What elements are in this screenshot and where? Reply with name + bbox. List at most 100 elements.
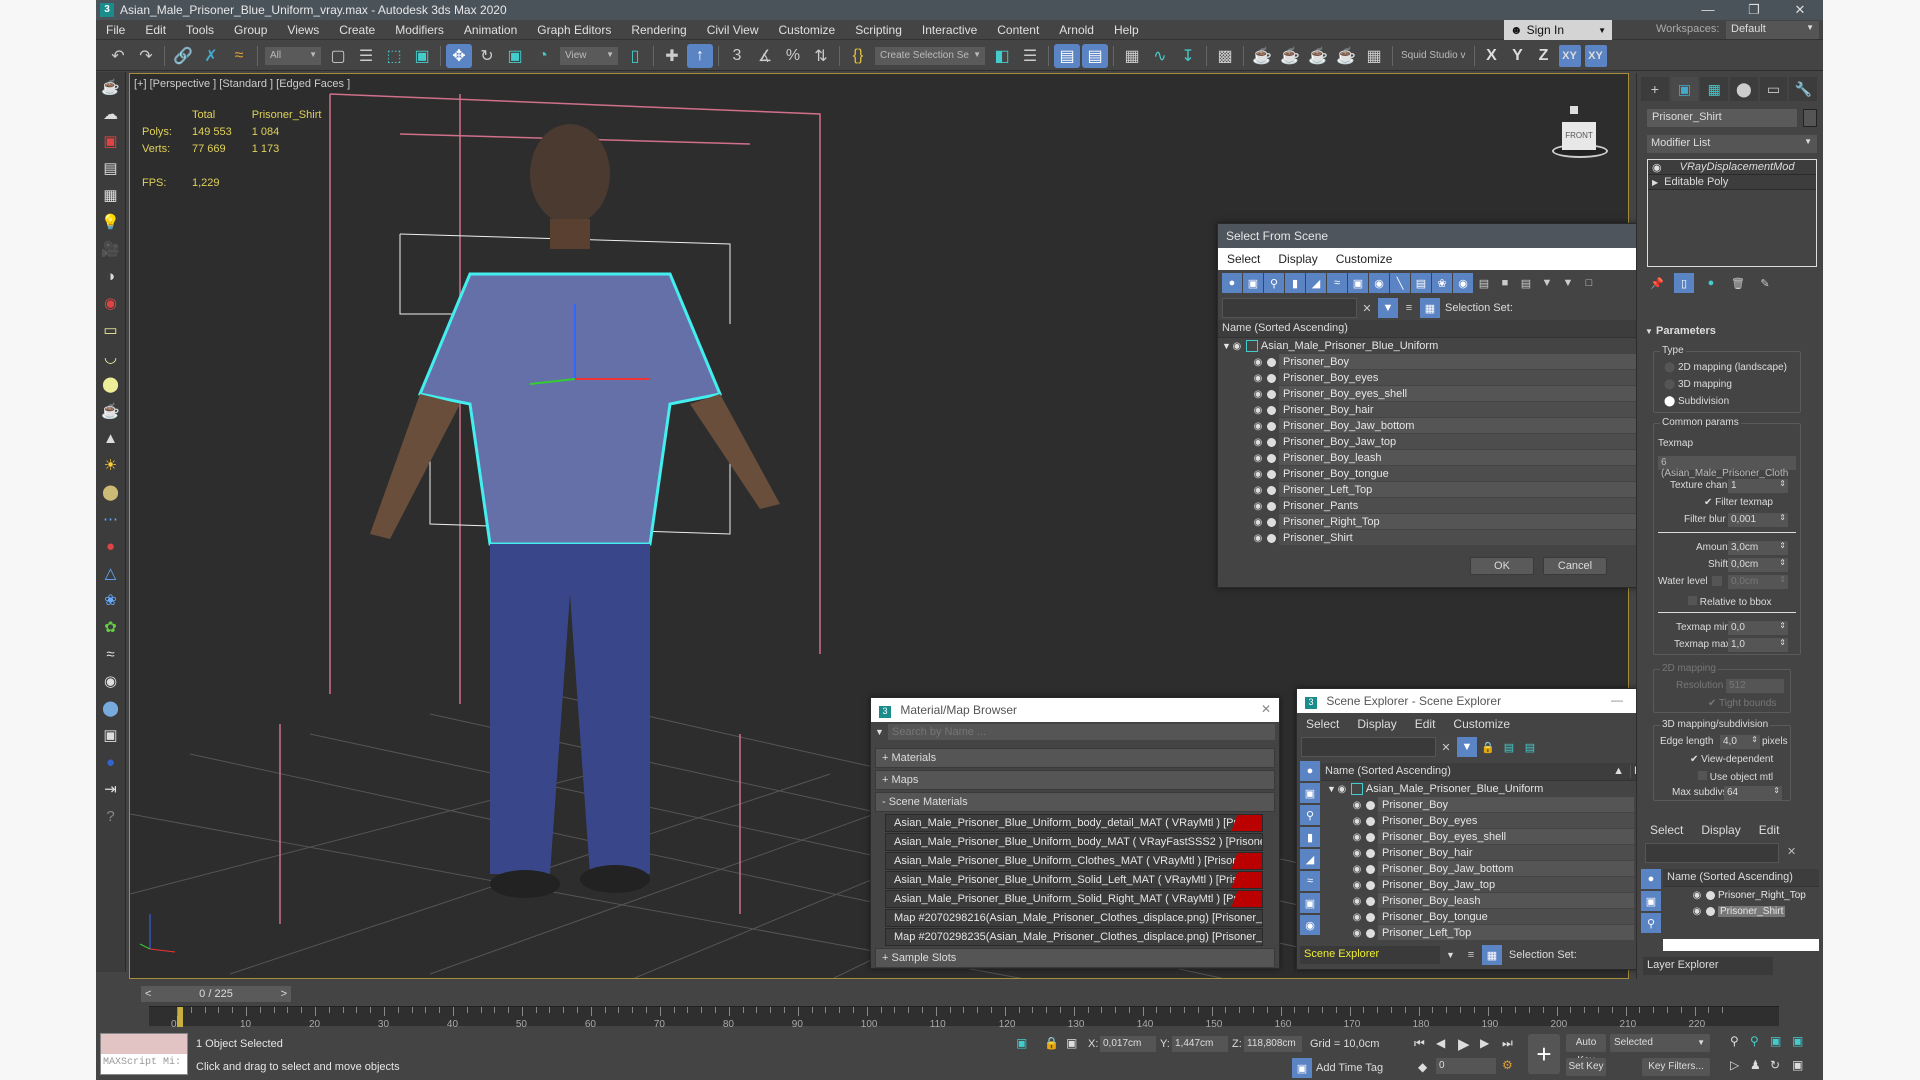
bones-filter-icon[interactable]: ╲	[1390, 273, 1410, 293]
section-sample-slots[interactable]: + Sample Slots	[875, 948, 1275, 968]
eye-icon[interactable]: ◉	[1351, 848, 1363, 859]
parameters-rollout[interactable]: ▼ Parameters	[1645, 325, 1716, 337]
viewcube-front-face[interactable]: FRONT	[1562, 122, 1596, 150]
proxy-icon[interactable]: ⋯	[99, 507, 123, 531]
mirror-icon[interactable]: ◧	[989, 44, 1015, 68]
render-dot-icon[interactable]	[1267, 469, 1276, 479]
menu-interactive[interactable]: Interactive	[912, 23, 987, 37]
menu-select[interactable]: Select	[1218, 252, 1269, 266]
amount-spinner[interactable]: 3,0cm ⇕	[1728, 541, 1788, 555]
radio-subdivision[interactable]: ⬤ Subdivision	[1664, 396, 1729, 407]
rendered-frame-window-icon[interactable]: ☕	[1277, 44, 1303, 68]
render-dot-icon[interactable]	[1267, 453, 1276, 463]
menu-rendering[interactable]: Rendering	[621, 23, 696, 37]
texmap-min-spinner[interactable]: 0,0 ⇕	[1728, 621, 1788, 635]
shapes-filter-icon[interactable]: ▣	[1641, 891, 1661, 911]
selection-lock-icon[interactable]: 🔒	[1044, 1036, 1059, 1050]
object-color-swatch[interactable]	[1803, 109, 1817, 127]
env-fog-icon[interactable]: △	[99, 561, 123, 585]
render-dot-icon[interactable]	[1366, 816, 1375, 826]
menu-arnold[interactable]: Arnold	[1049, 23, 1104, 37]
select-rotate-icon[interactable]: ↻	[474, 44, 500, 68]
geometry-filter-icon[interactable]: ●	[1300, 761, 1320, 781]
disc-light-icon[interactable]: ⬤	[99, 372, 123, 396]
toggle-scene-explorer-icon[interactable]: ▤	[1054, 43, 1080, 68]
redo-icon[interactable]: ↷	[133, 44, 159, 68]
utilities-tab-icon[interactable]: 🔧	[1789, 77, 1818, 101]
help-icon[interactable]: ?	[99, 804, 123, 828]
containers-filter-icon[interactable]: ▤	[1411, 273, 1431, 293]
render-dot-icon[interactable]	[1366, 896, 1375, 906]
isolate-selection-icon[interactable]: ▣	[1016, 1036, 1027, 1050]
tree-item[interactable]: ◉Prisoner_Boy_Jaw_top❄	[1321, 877, 1689, 893]
render-dot-icon[interactable]	[1366, 800, 1375, 810]
maximize-viewport-icon[interactable]: ▣	[1792, 1058, 1803, 1072]
eye-icon[interactable]: ◉	[1351, 896, 1363, 907]
material-item[interactable]: Map #2070298235(Asian_Male_Prisoner_Clot…	[885, 928, 1263, 946]
ref-coord-dropdown[interactable]: View ▼	[560, 46, 618, 65]
menu-edit[interactable]: Edit	[135, 23, 176, 37]
dome-icon[interactable]: ◡	[99, 345, 123, 369]
modifier-list-dropdown[interactable]: Modifier List ▼	[1647, 135, 1817, 153]
geometry-filter-icon[interactable]: ●	[1641, 869, 1661, 889]
add-time-tag[interactable]: Add Time Tag	[1316, 1062, 1383, 1074]
curve-editor-icon[interactable]: ∿	[1147, 44, 1173, 68]
ornatrix-icon[interactable]: ◉	[99, 669, 123, 693]
helpers-filter-icon[interactable]: ◢	[1300, 849, 1320, 869]
scene-search-input[interactable]	[1301, 737, 1436, 757]
tree-root[interactable]: ▼ ◉ Asian_Male_Prisoner_Blue_Uniform	[1321, 781, 1689, 797]
vr-camera-icon[interactable]: ◉	[99, 291, 123, 315]
eye-icon[interactable]: ◉	[1252, 485, 1264, 496]
spacewarps-filter-icon[interactable]: ≈	[1327, 273, 1347, 293]
texture-chan-spinner[interactable]: 1 ⇕	[1728, 479, 1788, 493]
eye-icon[interactable]: ◉	[1336, 784, 1348, 795]
goto-end-icon[interactable]: ⏭	[1502, 1036, 1513, 1051]
dome-light-icon[interactable]: ◑	[99, 264, 123, 288]
shapes-filter-icon[interactable]: ▣	[1243, 273, 1263, 293]
next-key-icon[interactable]: ▶	[1480, 1036, 1489, 1050]
render-activeshade-icon[interactable]: ☕	[1333, 44, 1359, 68]
select-object-icon[interactable]: ▢	[325, 44, 351, 68]
eye-icon[interactable]: ◉	[1252, 453, 1264, 464]
geometry-filter-icon[interactable]: ●	[1222, 273, 1242, 293]
material-item[interactable]: Asian_Male_Prisoner_Blue_Uniform_body_de…	[885, 814, 1263, 832]
expand-icon[interactable]: ▼	[1222, 341, 1231, 351]
stack-item-vray-displacement[interactable]: ◉ VRayDisplacementMod	[1648, 160, 1816, 175]
menu-select[interactable]: Select	[1297, 717, 1348, 731]
key-filters-button[interactable]: Key Filters...	[1642, 1058, 1710, 1076]
clear-search-icon[interactable]: ✕	[1357, 298, 1377, 318]
section-scene-materials[interactable]: - Scene Materials	[875, 792, 1275, 812]
collapse-all-icon[interactable]: ▤	[1520, 737, 1540, 757]
manipulate-icon[interactable]: ✚	[659, 44, 685, 68]
axis-z-button[interactable]: Z	[1533, 45, 1555, 67]
metaball-icon[interactable]: ●	[99, 534, 123, 558]
configure-modifier-sets-icon[interactable]: ✎	[1755, 273, 1775, 293]
view-dependent-checkbox[interactable]: ✔ View-dependent	[1690, 754, 1773, 765]
eye-icon[interactable]: ◉	[1252, 421, 1264, 432]
render-dot-icon[interactable]	[1267, 485, 1276, 495]
viewport-label[interactable]: [+] [Perspective ] [Standard ] [Edged Fa…	[134, 78, 350, 90]
eye-icon[interactable]: ◉	[1252, 533, 1264, 544]
menu-edit[interactable]: Edit	[1406, 717, 1445, 731]
set-key-button[interactable]: Set Key	[1566, 1058, 1606, 1076]
grass-icon[interactable]: ✿	[99, 615, 123, 639]
menu-display[interactable]: Display	[1692, 823, 1749, 837]
cone-light-icon[interactable]: ▲	[99, 426, 123, 450]
cameras-filter-icon[interactable]: ▮	[1285, 273, 1305, 293]
menu-select[interactable]: Select	[1641, 823, 1692, 837]
zoom-all-icon[interactable]: ⚲	[1750, 1034, 1759, 1048]
render-grid-icon[interactable]: ▦	[1361, 44, 1387, 68]
water-level-checkbox[interactable]	[1712, 576, 1722, 586]
toggle-layer-explorer-icon[interactable]: ▤	[1082, 43, 1108, 68]
close-icon[interactable]: ✕	[1261, 702, 1271, 716]
eye-icon[interactable]: ◉	[1652, 161, 1662, 174]
select-scale-icon[interactable]: ▣	[502, 44, 528, 68]
stack-item-editable-poly[interactable]: ▶ Editable Poly	[1648, 175, 1816, 190]
keyboard-shortcut-toggle-icon[interactable]: ↑	[687, 43, 713, 68]
eye-icon[interactable]: ◉	[1351, 832, 1363, 843]
ies-light-icon[interactable]: ☕	[99, 399, 123, 423]
link-icon[interactable]: 🔗	[170, 44, 196, 68]
menu-scripting[interactable]: Scripting	[845, 23, 912, 37]
camera-icon[interactable]: 🎥	[99, 237, 123, 261]
viewcube[interactable]: FRONT	[1540, 104, 1620, 174]
